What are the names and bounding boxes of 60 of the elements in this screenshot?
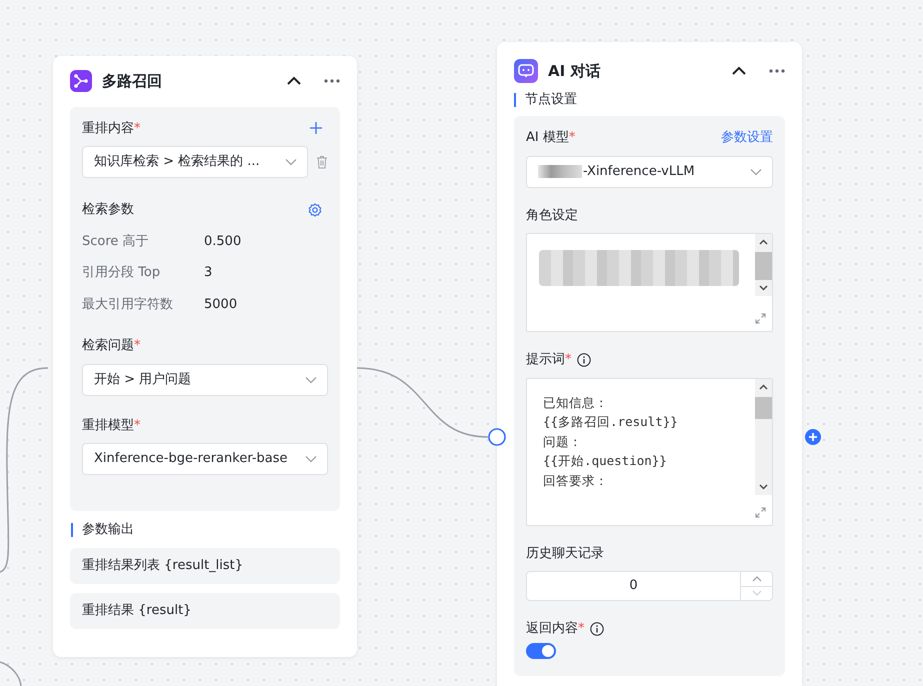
select-field[interactable]: Xinference-bge-reranker-base [82, 443, 328, 475]
redacted-block [538, 165, 582, 178]
chat-bubble-icon [514, 59, 538, 83]
field-label: 历史聊天记录 [526, 544, 604, 562]
expand-icon[interactable] [755, 506, 766, 518]
param-label: Score 高于 [82, 232, 150, 250]
expand-icon[interactable] [755, 313, 766, 324]
param-label: 引用分段 Top [82, 264, 162, 282]
field-label: 返回内容 [526, 620, 578, 638]
connector-line [0, 661, 22, 686]
field-label: AI 模型 [526, 130, 569, 145]
required-mark: * [134, 337, 140, 355]
required-mark: * [134, 120, 140, 136]
section-heading: 节点设置 [514, 93, 785, 107]
chevron-down-icon [305, 455, 317, 463]
chevron-down-icon [285, 158, 297, 166]
chevron-down-icon [305, 376, 317, 384]
more-icon[interactable] [324, 79, 340, 84]
chevron-up-icon[interactable] [731, 65, 747, 77]
branch-icon [70, 70, 92, 92]
scrollbar[interactable] [755, 234, 772, 296]
chevron-up-icon[interactable] [286, 75, 302, 88]
node-title: AI 对话 [548, 60, 602, 82]
required-mark: * [565, 351, 572, 369]
required-mark: * [568, 130, 576, 145]
plus-icon[interactable] [310, 122, 322, 134]
param-value: 5000 [204, 296, 238, 314]
trash-icon[interactable] [316, 155, 328, 169]
info-icon[interactable] [576, 352, 590, 367]
chevron-down-icon [750, 168, 762, 176]
param-label: 最大引用字符数 [82, 296, 174, 314]
info-icon[interactable] [590, 622, 604, 636]
text-area[interactable]: 已知信息： {{多路召回.result}} 问题： {{开始.question}} 回答要求： [526, 378, 773, 526]
toggle-switch[interactable] [526, 642, 556, 658]
more-icon[interactable] [769, 69, 785, 73]
stepper-up-icon[interactable] [752, 576, 762, 582]
section-heading: 参数输出 [71, 522, 340, 536]
prompt-text: 已知信息： {{多路召回.result}} 问题： {{开始.question}} 回答要求： [542, 394, 679, 490]
output-item: 重排结果列表 {result_list} [70, 548, 340, 584]
field-label: 角色设定 [526, 206, 578, 224]
node-title: 多路召回 [102, 71, 163, 92]
field-label: 重排内容 [82, 120, 134, 136]
required-mark: * [134, 416, 140, 434]
gear-icon[interactable] [308, 202, 322, 217]
select-field[interactable]: -Xinference-vLLM [526, 156, 773, 188]
field-label: 检索问题 [82, 337, 134, 355]
number-field[interactable]: 0 [526, 571, 773, 601]
port-handle[interactable] [488, 428, 506, 446]
field-label: 提示词 [526, 351, 565, 369]
select-field[interactable]: 知识库检索 > 检索结果的 ... [82, 146, 308, 178]
param-value: 0.500 [204, 232, 242, 250]
param-value: 3 [204, 264, 212, 282]
select-field[interactable]: 开始 > 用户问题 [82, 364, 328, 396]
field-label: 重排模型 [82, 416, 134, 434]
field-label: 检索参数 [82, 201, 134, 219]
output-item: 重排结果 {result} [70, 592, 340, 628]
required-mark: * [578, 620, 584, 638]
scrollbar[interactable] [755, 378, 772, 494]
settings-link[interactable]: 参数设置 [721, 128, 773, 148]
add-node-button[interactable] [805, 429, 821, 445]
